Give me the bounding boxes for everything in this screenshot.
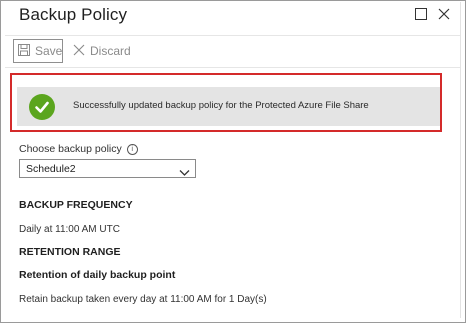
info-icon[interactable]: i — [126, 143, 138, 155]
daily-retention-heading: Retention of daily backup point — [19, 269, 176, 281]
success-notification: Successfully updated backup policy for t… — [17, 87, 440, 126]
save-icon — [18, 43, 30, 59]
save-button[interactable]: Save — [13, 39, 63, 63]
backup-frequency-value: Daily at 11:00 AM UTC — [19, 224, 120, 235]
policy-label: Choose backup policy i — [19, 143, 138, 155]
close-icon[interactable] — [436, 6, 452, 22]
discard-label: Discard — [90, 44, 131, 58]
restore-icon[interactable] — [413, 6, 429, 22]
policy-selected-value: Schedule2 — [26, 163, 76, 175]
save-label: Save — [35, 44, 63, 58]
discard-button[interactable]: Discard — [71, 39, 143, 63]
page-title: Backup Policy — [19, 5, 128, 24]
chevron-down-icon — [179, 164, 190, 182]
notification-message: Successfully updated backup policy for t… — [73, 100, 369, 111]
daily-retention-value: Retain backup taken every day at 11:00 A… — [19, 294, 267, 305]
policy-label-text: Choose backup policy — [19, 143, 122, 155]
backup-policy-blade: Backup Policy Save Discard Successfully … — [5, 2, 461, 318]
retention-range-heading: RETENTION RANGE — [19, 246, 121, 258]
toolbar: Save Discard — [5, 35, 460, 68]
policy-dropdown[interactable]: Schedule2 — [19, 159, 196, 178]
discard-icon — [73, 44, 85, 59]
checkmark-icon — [29, 94, 55, 120]
backup-frequency-heading: BACKUP FREQUENCY — [19, 199, 133, 211]
